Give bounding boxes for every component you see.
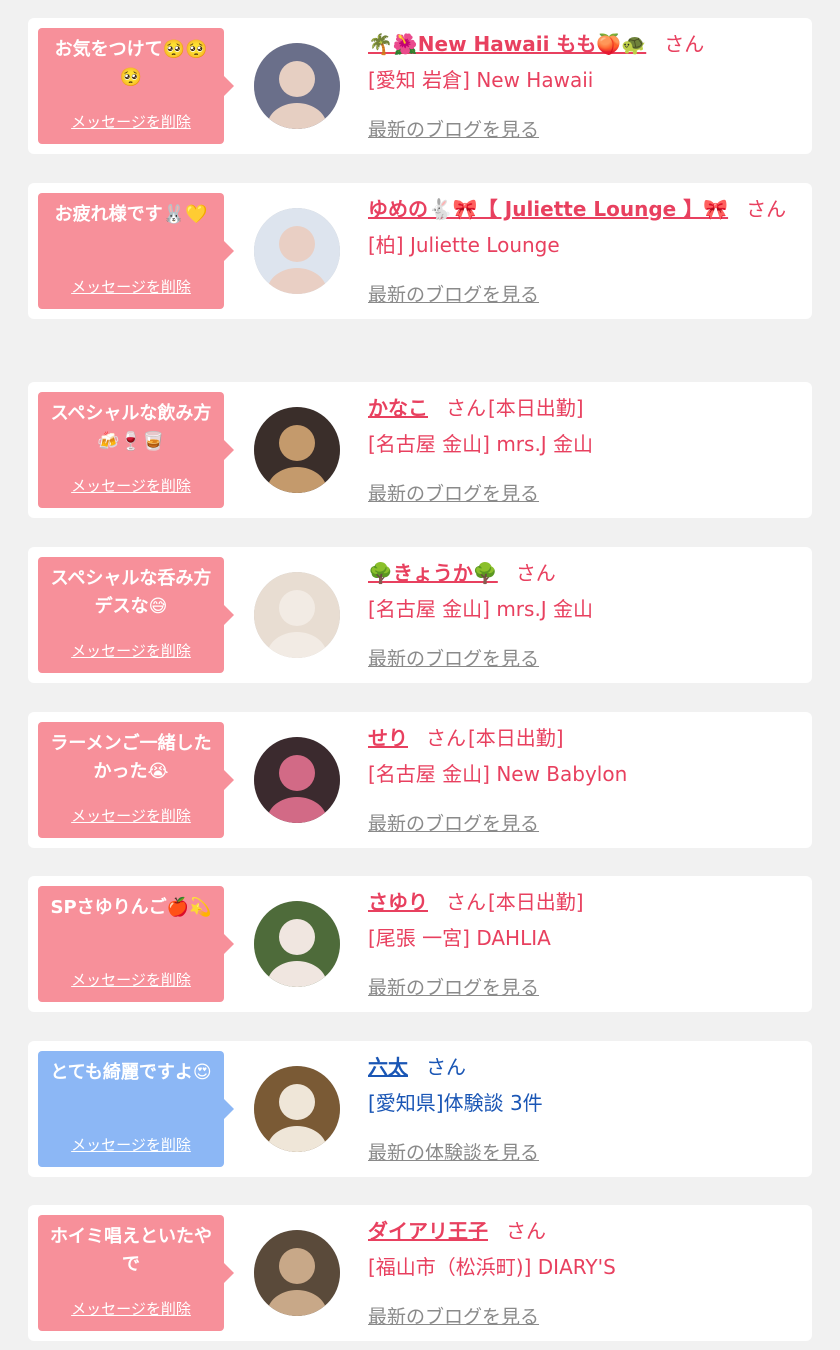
message-list: お気をつけて🥺🥺🥺 メッセージを削除 🌴🌺New Hawaii もも🍑🐢 さん [愛知 … (0, 0, 840, 1350)
latest-blog-link[interactable]: 最新のブログを見る (368, 479, 539, 506)
honorific: さん (446, 396, 486, 420)
honorific: さん (664, 32, 705, 56)
honorific: さん (426, 1055, 466, 1079)
message-card: ラーメンご一緒したかった😭 メッセージを削除 せり さん [本日出勤] [名古屋 金山] … (28, 712, 812, 848)
user-info: 🌳きょうか🌳 さん [名古屋 金山] mrs.J 金山 (368, 559, 793, 623)
avatar-photo (254, 208, 340, 294)
avatar-photo (254, 1066, 340, 1152)
message-bubble: ホイミ唱えといたやでメッセージを削除 (38, 1215, 234, 1331)
message-text: SPさゆりんご🍎💫 (50, 897, 212, 918)
user-name-link[interactable]: ゆめの🐇🎀【 Juliette Lounge 】🎀 (368, 197, 728, 221)
latest-blog-link[interactable]: 最新のブログを見る (368, 809, 539, 836)
message-bubble: とても綺麗ですよ😍 メッセージを削除 (38, 1051, 234, 1167)
shop-label: [柏] Juliette Lounge (368, 233, 560, 257)
avatar-photo (254, 572, 340, 658)
message-bubble: SPさゆりんご🍎💫 メッセージを削除 (38, 886, 234, 1002)
message-bubble: お気をつけて🥺🥺🥺 メッセージを削除 (38, 28, 234, 144)
latest-blog-link[interactable]: 最新のブログを見る (368, 115, 539, 142)
honorific: さん (506, 1219, 546, 1243)
user-info: さゆり さん [本日出勤] [尾張 一宮] DAHLIA (368, 888, 793, 952)
shop-label: [愛知 岩倉] New Hawaii (368, 68, 594, 92)
message-card: スペシャルな飲み方🍻🍷🥃 メッセージを削除 かなこ さん [本日出勤] [名古屋 金山] … (28, 382, 812, 518)
avatar[interactable] (254, 43, 340, 129)
message-card: ホイミ唱えといたやでメッセージを削除 ダイアリ王子 さん [福山市（松浜町)] DIA… (28, 1205, 812, 1341)
avatar[interactable] (254, 1230, 340, 1316)
delete-message-link[interactable]: メッセージを削除 (38, 1134, 224, 1155)
message-bubble: お疲れ様です🐰💛 メッセージを削除 (38, 193, 234, 309)
avatar-photo (254, 901, 340, 987)
honorific: さん (426, 726, 466, 750)
message-card: SPさゆりんご🍎💫 メッセージを削除 さゆり さん [本日出勤] [尾張 一宮] DAHL… (28, 876, 812, 1012)
delete-message-link[interactable]: メッセージを削除 (38, 276, 224, 297)
delete-message-link[interactable]: メッセージを削除 (38, 111, 224, 132)
message-card: お疲れ様です🐰💛 メッセージを削除 ゆめの🐇🎀【 Juliette Lounge 】… (28, 183, 812, 319)
delete-message-link[interactable]: メッセージを削除 (38, 805, 224, 826)
delete-message-link[interactable]: メッセージを削除 (38, 475, 224, 496)
avatar[interactable] (254, 737, 340, 823)
avatar[interactable] (254, 208, 340, 294)
delete-message-link[interactable]: メッセージを削除 (38, 1298, 224, 1319)
avatar[interactable] (254, 407, 340, 493)
message-text: ラーメンご一緒したかった😭 (50, 733, 212, 782)
user-name-link[interactable]: 🌴🌺New Hawaii もも🍑🐢 (368, 32, 646, 56)
message-bubble: ラーメンご一緒したかった😭 メッセージを削除 (38, 722, 234, 838)
shop-label: [名古屋 金山] mrs.J 金山 (368, 432, 594, 456)
user-info: せり さん [本日出勤] [名古屋 金山] New Babylon (368, 724, 793, 788)
delete-message-link[interactable]: メッセージを削除 (38, 969, 224, 990)
avatar-photo (254, 1230, 340, 1316)
avatar[interactable] (254, 572, 340, 658)
message-text: お気をつけて🥺🥺🥺 (54, 39, 208, 88)
attendance-tag: [本日出勤] (488, 890, 584, 914)
user-info: ゆめの🐇🎀【 Juliette Lounge 】🎀 さん [柏] Juliette … (368, 195, 793, 259)
message-text: とても綺麗ですよ😍 (50, 1062, 212, 1083)
user-info: 🌴🌺New Hawaii もも🍑🐢 さん [愛知 岩倉] New Hawaii (368, 30, 793, 94)
message-text: ホイミ唱えといたやで (50, 1226, 212, 1275)
user-name-link[interactable]: ダイアリ王子 (368, 1219, 488, 1243)
user-info: ダイアリ王子 さん [福山市（松浜町)] DIARY'S (368, 1217, 793, 1281)
user-info: 六太 さん [愛知県]体験談 3件 (368, 1053, 793, 1117)
user-name-link[interactable]: さゆり (368, 890, 428, 914)
user-name-link[interactable]: かなこ (368, 396, 428, 420)
honorific: さん (446, 890, 486, 914)
avatar[interactable] (254, 901, 340, 987)
delete-message-link[interactable]: メッセージを削除 (38, 640, 224, 661)
latest-blog-link[interactable]: 最新のブログを見る (368, 280, 539, 307)
latest-blog-link[interactable]: 最新のブログを見る (368, 973, 539, 1000)
message-text: スペシャルな呑み方デスな😅 (50, 568, 212, 617)
shop-label: [尾張 一宮] DAHLIA (368, 926, 551, 950)
user-name-link[interactable]: せり (368, 726, 408, 750)
latest-blog-link[interactable]: 最新のブログを見る (368, 644, 539, 671)
honorific: さん (746, 197, 787, 221)
message-text: お疲れ様です🐰💛 (54, 204, 208, 225)
user-name-link[interactable]: 六太 (368, 1055, 408, 1079)
message-bubble: スペシャルな飲み方🍻🍷🥃 メッセージを削除 (38, 392, 234, 508)
latest-blog-link[interactable]: 最新のブログを見る (368, 1302, 539, 1329)
avatar-photo (254, 43, 340, 129)
shop-label: [愛知県]体験談 3件 (368, 1091, 543, 1115)
latest-blog-link[interactable]: 最新の体験談を見る (368, 1138, 539, 1165)
avatar[interactable] (254, 1066, 340, 1152)
message-card: お気をつけて🥺🥺🥺 メッセージを削除 🌴🌺New Hawaii もも🍑🐢 さん [愛知 … (28, 18, 812, 154)
honorific: さん (515, 561, 556, 585)
message-bubble: スペシャルな呑み方デスな😅 メッセージを削除 (38, 557, 234, 673)
message-card: とても綺麗ですよ😍 メッセージを削除 六太 さん [愛知県]体験談 3件 最新の体験談を見… (28, 1041, 812, 1177)
attendance-tag: [本日出勤] (488, 396, 584, 420)
user-name-link[interactable]: 🌳きょうか🌳 (368, 561, 498, 585)
avatar-photo (254, 407, 340, 493)
user-info: かなこ さん [本日出勤] [名古屋 金山] mrs.J 金山 (368, 394, 793, 458)
avatar-photo (254, 737, 340, 823)
shop-label: [名古屋 金山] mrs.J 金山 (368, 597, 594, 621)
message-text: スペシャルな飲み方🍻🍷🥃 (50, 403, 212, 452)
attendance-tag: [本日出勤] (468, 726, 564, 750)
message-card: スペシャルな呑み方デスな😅 メッセージを削除 🌳きょうか🌳 さん [名古屋 金山] mr… (28, 547, 812, 683)
shop-label: [福山市（松浜町)] DIARY'S (368, 1255, 616, 1279)
shop-label: [名古屋 金山] New Babylon (368, 762, 628, 786)
